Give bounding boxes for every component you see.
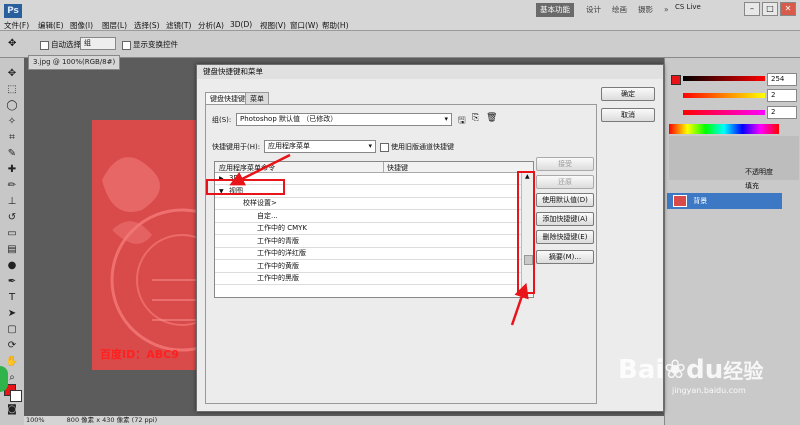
auto-select-checkbox[interactable]: 自动选择: [40,39,84,50]
history-brush-tool-icon[interactable]: ↺ [5,212,19,224]
quick-mask-icon[interactable]: ◙ [5,404,19,416]
cs-live-button[interactable]: CS Live [675,3,701,11]
adjustments-area [669,136,799,180]
menu-select[interactable]: 选择(S) [134,20,160,31]
lasso-tool-icon[interactable]: ◯ [5,100,19,112]
workspace-essentials[interactable]: 基本功能 [536,3,574,17]
options-bar: ✥ 自动选择: 组 显示变换控件 [0,31,800,58]
workspace-photography[interactable]: 摄影 [634,3,657,17]
watermark-text: 百度ID：ABC9 [100,348,179,361]
pattern-graphic [102,157,198,352]
clone-stamp-tool-icon[interactable]: ⊥ [5,196,19,208]
move-tool-icon[interactable]: ✥ [5,68,19,80]
menu-layer[interactable]: 图层(L) [102,20,127,31]
color-spectrum[interactable] [669,124,779,134]
set-label: 组(S): [212,116,232,124]
3d-rotate-tool-icon[interactable]: ⟳ [5,340,19,352]
menu-3d[interactable]: 3D(D) [230,20,252,29]
blue-value[interactable]: 2 [767,106,797,119]
delete-set-icon[interactable]: 🗑 [486,113,497,123]
dialog-title: 键盘快捷键和菜单 [197,65,663,79]
set-dropdown[interactable]: Photoshop 默认值 （已修改） ▾ [236,113,452,126]
delete-shortcut-button[interactable]: 删除快捷键(E) [536,230,594,244]
close-icon[interactable]: ✕ [780,2,796,16]
marquee-tool-icon[interactable]: ⬚ [5,84,19,96]
healing-brush-tool-icon[interactable]: ✚ [5,164,19,176]
document-image [92,120,198,370]
menu-edit[interactable]: 编辑(E) [38,20,64,31]
gradient-tool-icon[interactable]: ▤ [5,244,19,256]
red-slider[interactable] [683,76,765,81]
layer-row-background[interactable]: 背景 [667,193,782,209]
path-selection-tool-icon[interactable]: ➤ [5,308,19,320]
background-color-swatch[interactable] [10,390,22,402]
menu-view[interactable]: 视图(V) [260,20,286,31]
move-tool-icon[interactable]: ✥ [8,38,16,49]
crop-tool-icon[interactable]: ⌗ [5,132,19,144]
arrow-to-view [229,153,291,186]
blue-slider[interactable] [683,110,765,115]
side-widget-icon [0,366,8,392]
restore-icon[interactable]: □ [762,2,778,16]
color-swatch-small[interactable] [671,75,681,85]
use-default-button[interactable]: 使用默认值(D) [536,193,594,207]
magic-wand-tool-icon[interactable]: ✧ [5,116,19,128]
menu-filter[interactable]: 滤镜(T) [166,20,191,31]
add-shortcut-button[interactable]: 添加快捷键(A) [536,212,594,226]
menu-analysis[interactable]: 分析(A) [198,20,224,31]
save-as-icon[interactable]: ⎘ [472,113,479,123]
show-transform-checkbox[interactable]: 显示变换控件 [122,39,178,50]
type-tool-icon[interactable]: T [5,292,19,304]
accept-button[interactable]: 接受 [536,157,594,171]
baidu-logo: Bai❀du经验 [618,355,764,385]
menu-image[interactable]: 图像(I) [70,20,93,31]
annotation-arrows [229,153,529,326]
green-value[interactable]: 2 [767,89,797,102]
shape-tool-icon[interactable]: ▢ [5,324,19,336]
eyedropper-tool-icon[interactable]: ✎ [5,148,19,160]
workspace-design[interactable]: 设计 [582,3,605,17]
zoom-level[interactable]: 100% [26,416,45,424]
menu-window[interactable]: 窗口(W) [290,20,318,31]
document-info: 800 像素 x 430 像素 (72 ppi) [66,416,158,424]
cancel-button[interactable]: 取消 [601,108,655,122]
save-set-icon[interactable]: 🖫 [458,113,466,129]
summarize-button[interactable]: 摘要(M)... [536,250,594,264]
brush-tool-icon[interactable]: ✏ [5,180,19,192]
paw-icon: ❀ [664,355,687,385]
fill-label: 填充 [745,182,759,190]
menu-help[interactable]: 帮助(H) [322,20,349,31]
dodge-tool-icon[interactable]: ● [5,260,19,272]
arrow-to-scrollbar [510,282,529,326]
workspace-painting[interactable]: 绘画 [608,3,631,17]
red-value[interactable]: 254 [767,73,797,86]
layer-name: 背景 [693,197,708,205]
baidu-url: jingyan.baidu.com [672,386,746,395]
menu-file[interactable]: 文件(F) [4,20,29,31]
pen-tool-icon[interactable]: ✒ [5,276,19,288]
auto-select-dropdown[interactable]: 组 [80,37,116,50]
status-bar: 100% 800 像素 x 430 像素 (72 ppi) [24,416,664,425]
photoshop-logo-icon: Ps [4,4,22,18]
eraser-tool-icon[interactable]: ▭ [5,228,19,240]
ok-button[interactable]: 确定 [601,87,655,101]
tools-panel: ✥ ⬚ ◯ ✧ ⌗ ✎ ✚ ✏ ⊥ ↺ ▭ ▤ ● ✒ T ➤ ▢ ⟳ ✋ ⌕ … [0,58,25,425]
menu-bar: Ps 文件(F) 编辑(E) 图像(I) 图层(L) 选择(S) 滤镜(T) 分… [0,0,800,31]
minimize-icon[interactable]: – [744,2,760,16]
undo-button[interactable]: 还原 [536,175,594,189]
green-slider[interactable] [683,93,765,98]
workspace-more[interactable]: » [660,3,673,17]
hand-tool-icon[interactable]: ✋ [5,356,19,368]
document-tab[interactable]: 3.jpg @ 100%(RGB/8#) [28,55,121,70]
opacity-label: 不透明度 [745,168,773,176]
layer-thumbnail [673,195,687,207]
